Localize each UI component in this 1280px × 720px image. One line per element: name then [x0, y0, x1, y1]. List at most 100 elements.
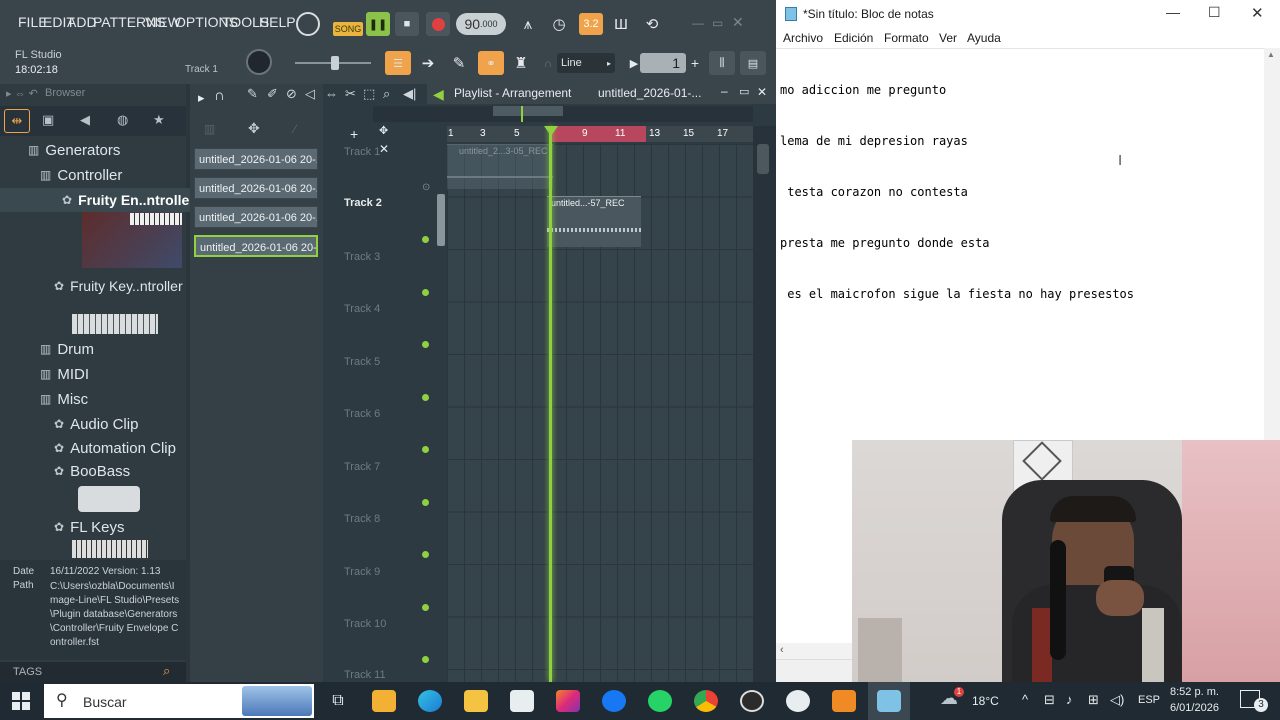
channel-rack-icon[interactable]: ▤ — [740, 51, 766, 75]
browser-nav-icon[interactable]: ▸ ⇔ ↶ — [6, 87, 38, 100]
playlist-view-button[interactable]: ☰ — [385, 51, 411, 75]
menu-ayuda[interactable]: Ayuda — [967, 31, 1001, 45]
chrome-icon[interactable] — [694, 690, 718, 712]
minimize-icon[interactable]: — — [1166, 4, 1180, 20]
track-active-dot[interactable] — [422, 394, 429, 401]
tempo-display[interactable]: 90.000 — [456, 13, 506, 35]
close-icon[interactable]: ✕ — [732, 14, 746, 30]
obs-icon[interactable] — [786, 690, 810, 712]
pattern-item-selected[interactable]: untitled_2026-01-06 20-... — [194, 235, 318, 257]
tray-icon-1[interactable]: ⊟ — [1044, 692, 1055, 708]
pan-icon[interactable]: ✥ — [379, 124, 388, 137]
track-header[interactable]: Track 11 — [340, 668, 436, 682]
draw-icon[interactable]: ✎ — [247, 86, 258, 102]
whatsapp-icon[interactable] — [648, 690, 672, 712]
track-header[interactable]: Track 8 — [340, 511, 436, 563]
add-track-icon[interactable]: + — [350, 126, 358, 142]
vertical-scrollbar-thumb[interactable] — [757, 144, 769, 174]
playlist-menu-arrow-icon[interactable]: ▸ — [198, 90, 205, 106]
step-edit-icon[interactable]: Ш — [609, 13, 633, 35]
track-header[interactable]: Track 1 ⊙ — [340, 144, 436, 196]
pencil-icon[interactable]: ✎ — [447, 52, 471, 74]
menu-archivo[interactable]: Archivo — [783, 31, 823, 45]
track-header[interactable]: Track 5 — [340, 354, 436, 406]
track-header[interactable]: Track 10 — [340, 616, 436, 668]
close-icon[interactable]: ✕ — [1251, 4, 1264, 22]
tree-controller[interactable]: ▥ Controller — [0, 163, 222, 187]
clock-date[interactable]: 6/01/2026 — [1170, 702, 1219, 714]
audio-clip-selected[interactable]: untitled...-57_REC — [547, 196, 641, 247]
track-header[interactable]: Track 2 — [340, 196, 436, 248]
search-box[interactable]: ⚲ Buscar — [44, 684, 314, 718]
zoom-icon[interactable]: ⌕ — [383, 86, 390, 102]
arrow-right-icon[interactable]: ➔ — [416, 52, 440, 74]
add-pattern-icon[interactable]: + — [683, 52, 707, 74]
browser-web-tab-icon[interactable]: ◍ — [117, 112, 128, 128]
scroll-left-icon[interactable]: ‹ — [780, 644, 784, 656]
menu-help[interactable]: HELP — [259, 14, 296, 30]
playback-icon[interactable]: ◀| — [403, 86, 416, 102]
song-mode-button[interactable]: SONG — [333, 22, 363, 36]
mic-icon[interactable]: ♪ — [1066, 692, 1073, 707]
snap-dropdown[interactable]: Line ▸ — [557, 53, 615, 73]
stop-button[interactable]: ■ — [395, 12, 419, 36]
network-icon[interactable]: ⊞ — [1088, 692, 1099, 708]
playhead-marker-icon[interactable] — [544, 126, 558, 136]
menu-edicion[interactable]: Edición — [834, 31, 873, 45]
track-header[interactable]: Track 3 — [340, 249, 436, 301]
app-icon[interactable] — [740, 690, 764, 712]
pause-button[interactable]: ❚❚ — [366, 12, 390, 36]
vertical-scrollbar[interactable] — [753, 126, 776, 682]
playlist-close-icon[interactable]: ✕ — [757, 85, 767, 99]
browser-favorites-tab-icon[interactable]: ★ — [153, 112, 165, 128]
mail-icon[interactable] — [510, 690, 534, 712]
clock-time[interactable]: 8:52 p. m. — [1170, 686, 1219, 698]
task-view-icon[interactable]: ⧉ — [326, 690, 350, 712]
pattern-selector[interactable]: 1 — [640, 53, 686, 73]
record-button[interactable] — [426, 12, 450, 36]
loop-record-icon[interactable]: ⟲ — [640, 13, 664, 35]
pattern-item[interactable]: untitled_2026-01-06 20-... — [194, 206, 318, 228]
track-active-dot[interactable] — [422, 604, 429, 611]
facebook-icon[interactable] — [602, 690, 626, 712]
scroll-up-icon[interactable]: ▲ — [1267, 50, 1275, 59]
edge-icon[interactable] — [418, 690, 442, 712]
paint-icon[interactable]: ✐ — [267, 86, 278, 102]
file-explorer-icon[interactable] — [464, 690, 488, 712]
track-header[interactable]: Track 9 — [340, 564, 436, 616]
notepad-text-area[interactable]: mo adiccion me pregunto lema de mi depre… — [780, 48, 1260, 337]
track-active-dot[interactable] — [422, 551, 429, 558]
track-scroll-handle[interactable] — [437, 194, 445, 246]
browser-audio-tab-icon[interactable]: ◀ — [80, 112, 90, 128]
pattern-counter[interactable]: 3.2 — [579, 13, 603, 35]
notepad-task-icon[interactable] — [877, 690, 901, 712]
track-header[interactable]: Track 6 — [340, 406, 436, 458]
audio-clip[interactable]: untitled_2...3-05_REC — [447, 144, 553, 189]
volume-icon[interactable]: ◁) — [1110, 692, 1124, 708]
track-header[interactable]: Track 7 — [340, 459, 436, 511]
menu-ver[interactable]: Ver — [939, 31, 957, 45]
pattern-item[interactable]: untitled_2026-01-06 20-... — [194, 177, 318, 199]
loop-region[interactable] — [550, 126, 646, 142]
browser-all-tab-icon[interactable]: ⇹ — [4, 109, 30, 133]
tree-midi[interactable]: ▥ MIDI — [0, 362, 222, 386]
instagram-icon[interactable] — [556, 690, 580, 712]
fl-studio-icon[interactable] — [832, 690, 856, 712]
delete-icon[interactable]: ⊘ — [286, 86, 297, 102]
playlist-minimize-icon[interactable]: – — [721, 84, 728, 98]
wait-for-input-icon[interactable]: ◷ — [547, 13, 571, 35]
menu-formato[interactable]: Formato — [884, 31, 929, 45]
metronome-icon[interactable]: ⩚ — [516, 13, 540, 35]
language-indicator[interactable]: ESP — [1138, 694, 1160, 706]
track-active-dot[interactable] — [422, 446, 429, 453]
track-active-dot[interactable] — [422, 499, 429, 506]
store-icon[interactable] — [372, 690, 396, 712]
playlist-maximize-icon[interactable]: ▭ — [739, 85, 749, 98]
pattern-item[interactable]: untitled_2026-01-06 20-... — [194, 148, 318, 170]
track-active-dot[interactable] — [422, 236, 429, 243]
minimize-icon[interactable]: — — [692, 16, 706, 30]
track-active-dot[interactable] — [422, 289, 429, 296]
tray-chevron-icon[interactable]: ^ — [1022, 692, 1028, 707]
tree-drum[interactable]: ▥ Drum — [0, 337, 222, 361]
maximize-icon[interactable]: ▭ — [712, 16, 726, 30]
